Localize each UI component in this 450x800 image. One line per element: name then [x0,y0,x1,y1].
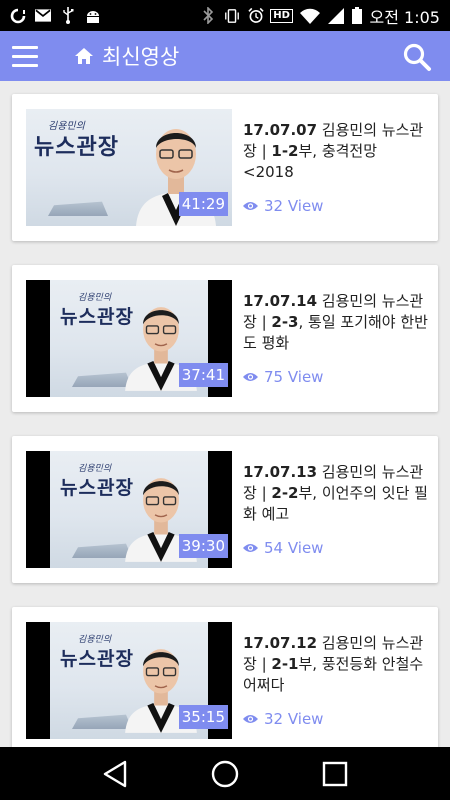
video-thumbnail[interactable]: 김용민의 뉴스관장 41:29 [26,109,232,226]
view-count-text: 54 View [264,539,324,557]
video-title[interactable]: 17.07.13 김용민의 뉴스관장 | 2-2부, 이언주의 잇단 필화 예고 [243,462,428,525]
video-thumbnail[interactable]: 김용민의 뉴스관장 37:41 [26,280,232,397]
signal-icon [327,7,344,24]
video-date: 17.07.13 [243,463,318,481]
clock: 오전 1:05 [369,7,440,27]
usb-icon [60,7,76,24]
home-icon [74,45,96,67]
hd-label: HD [270,8,293,23]
status-left [10,7,101,24]
video-part: 2-3 [271,313,299,331]
video-part: 2-1 [271,655,299,673]
video-date: 17.07.14 [243,292,318,310]
video-thumbnail[interactable]: 김용민의 뉴스관장 35:15 [26,622,232,739]
back-icon [102,760,128,788]
search-icon [402,42,432,72]
alarm-icon [247,7,264,24]
video-part: 2-2 [271,484,299,502]
opera-icon [10,8,26,24]
android-icon [85,8,101,24]
recents-button[interactable] [315,754,355,794]
eye-icon [243,543,258,553]
status-right: HD 오전 1:05 [200,4,440,28]
thumbnail-logo-big: 뉴스관장 [34,135,119,160]
view-count-text: 32 View [264,710,324,728]
menu-button[interactable] [0,31,50,81]
view-count: 32 View [243,197,323,215]
home-circle-icon [211,760,239,788]
video-card[interactable]: 김용민의 뉴스관장 41:29 17.07.07 김용민의 뉴스관장 | 1-2… [12,94,438,241]
wifi-icon [299,8,320,24]
video-list[interactable]: 김용민의 뉴스관장 41:29 17.07.07 김용민의 뉴스관장 | 1-2… [0,81,450,747]
app-bar: 최신영상 [0,31,450,81]
duration-badge: 35:15 [178,705,228,729]
view-count: 54 View [243,539,323,557]
building-illustration [48,201,108,216]
battery-icon [351,7,362,24]
video-part: 1-2 [271,142,299,160]
video-card[interactable]: 김용민의 뉴스관장 37:41 17.07.14 김용민의 뉴스관장 | 2-3… [12,265,438,412]
home-nav-button[interactable] [205,754,245,794]
video-card[interactable]: 김용민의 뉴스관장 35:15 17.07.12 김용민의 뉴스관장 | 2-1… [12,607,438,747]
page-title: 최신영상 [102,45,180,69]
video-card[interactable]: 김용민의 뉴스관장 39:30 17.07.13 김용민의 뉴스관장 | 2-2… [12,436,438,583]
bluetooth-icon [200,7,216,24]
recents-icon [322,761,348,787]
video-title[interactable]: 17.07.07 김용민의 뉴스관장 | 1-2부, 충격전망 <2018 [243,120,428,183]
duration-badge: 39:30 [178,534,228,558]
view-count-text: 75 View [264,368,324,386]
video-date: 17.07.12 [243,634,318,652]
video-thumbnail[interactable]: 김용민의 뉴스관장 39:30 [26,451,232,568]
view-count: 32 View [243,710,323,728]
eye-icon [243,714,258,724]
search-button[interactable] [400,40,434,74]
video-title[interactable]: 17.07.14 김용민의 뉴스관장 | 2-3, 통일 포기해야 한반도 평화 [243,291,428,354]
video-title[interactable]: 17.07.12 김용민의 뉴스관장 | 2-1부, 풍전등화 안철수 어쩌다 [243,633,428,696]
menu-icon [12,45,38,67]
mail-icon [35,8,51,24]
duration-badge: 41:29 [178,192,228,216]
view-count: 75 View [243,368,323,386]
eye-icon [243,372,258,382]
status-bar: HD 오전 1:05 [0,0,450,31]
back-button[interactable] [95,754,135,794]
hd-icon: HD [270,8,293,24]
video-date: 17.07.07 [243,121,318,139]
view-count-text: 32 View [264,197,324,215]
vibrate-icon [224,8,240,24]
duration-badge: 37:41 [178,363,228,387]
eye-icon [243,201,258,211]
navigation-bar [0,747,450,800]
